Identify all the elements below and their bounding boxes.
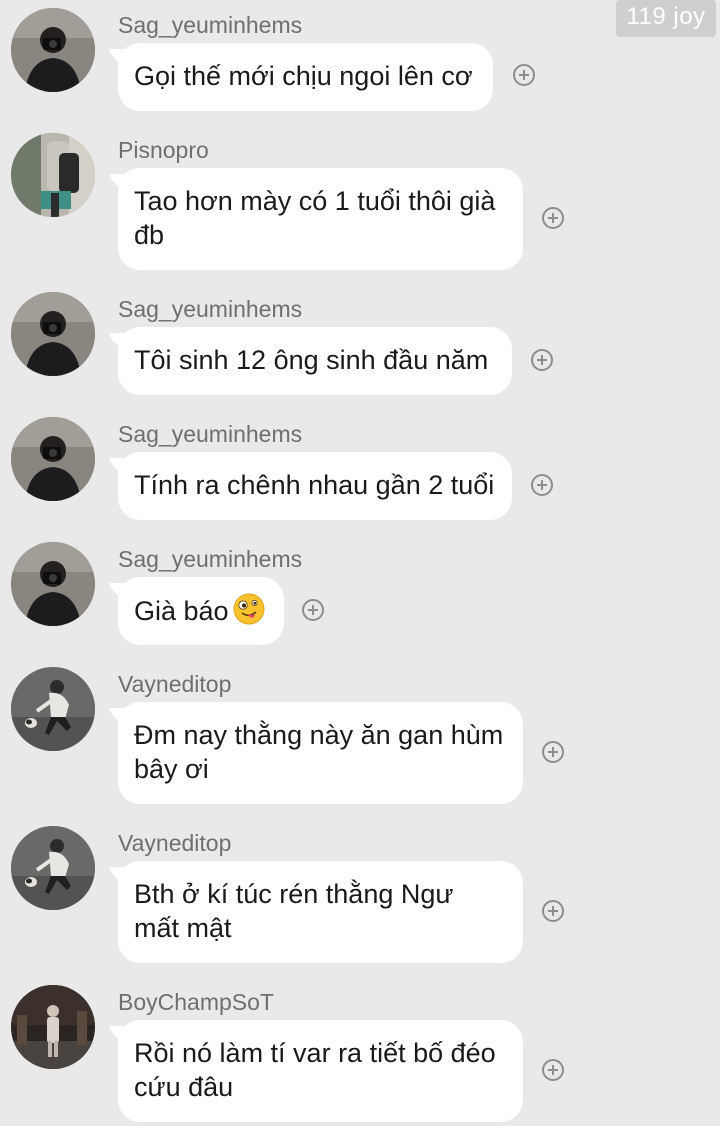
chat-message: Vayneditop Đm nay thằng này ăn gan hùm b… xyxy=(0,659,720,817)
add-reaction-icon[interactable] xyxy=(542,900,564,922)
add-reaction-icon[interactable] xyxy=(542,741,564,763)
avatar[interactable] xyxy=(11,542,95,626)
message-text-continued: cứu đâu xyxy=(134,1072,234,1102)
message-bubble[interactable]: Tôi sinh 12 ông sinh đầu năm xyxy=(118,327,512,395)
message-bubble[interactable]: Đm nay thằng này ăn gan hùm bây ơi xyxy=(118,702,523,804)
message-text: Tôi sinh 12 ông sinh đầu năm xyxy=(134,345,489,375)
sender-name: BoyChampSoT xyxy=(118,989,274,1015)
sender-name: Sag_yeuminhems xyxy=(118,421,303,447)
message-bubble[interactable]: Bth ở kí túc rén thằng Ngư mất mật xyxy=(118,861,523,963)
message-text: Già báo xyxy=(134,596,229,626)
message-text: Bth ở kí túc rén thằng Ngư xyxy=(134,879,454,909)
chat-message: Pisnopro Tao hơn mày có 1 tuổi thôi già … xyxy=(0,125,720,285)
sender-name: Vayneditop xyxy=(118,830,232,856)
add-reaction-icon[interactable] xyxy=(531,349,553,371)
message-text-continued: đb xyxy=(134,220,165,250)
avatar[interactable] xyxy=(11,133,95,217)
avatar[interactable] xyxy=(11,826,95,910)
sender-name: Sag_yeuminhems xyxy=(118,546,303,572)
avatar[interactable] xyxy=(11,985,95,1069)
message-bubble[interactable]: Rồi nó làm tí var ra tiết bố đéo cứu đâu xyxy=(118,1020,523,1122)
add-reaction-icon[interactable] xyxy=(542,1059,564,1081)
add-reaction-icon[interactable] xyxy=(513,64,535,86)
chat-message: Sag_yeuminhems Tính ra chênh nhau gần 2 … xyxy=(0,409,720,534)
message-text-continued: mất mật xyxy=(134,913,232,943)
chat-message: Vayneditop Bth ở kí túc rén thằng Ngư mấ… xyxy=(0,818,720,978)
add-reaction-icon[interactable] xyxy=(531,474,553,496)
message-text: Đm nay thằng này ăn gan hùm xyxy=(134,720,504,750)
message-bubble[interactable]: Già báo xyxy=(118,577,284,645)
message-text-continued: bây ơi xyxy=(134,754,209,784)
chat-message: BoyChampSoT Rồi nó làm tí var ra tiết bố… xyxy=(0,977,720,1126)
sender-name: Sag_yeuminhems xyxy=(118,296,303,322)
zany-face-icon xyxy=(233,593,265,625)
message-bubble[interactable]: Tao hơn mày có 1 tuổi thôi già đb xyxy=(118,168,523,270)
avatar[interactable] xyxy=(11,8,95,92)
chat-message: Sag_yeuminhems Tôi sinh 12 ông sinh đầu … xyxy=(0,284,720,409)
chat-message: Sag_yeuminhems Già báo xyxy=(0,534,720,659)
add-reaction-icon[interactable] xyxy=(542,207,564,229)
sender-name: Pisnopro xyxy=(118,137,209,163)
message-bubble[interactable]: Tính ra chênh nhau gần 2 tuổi xyxy=(118,452,512,520)
avatar[interactable] xyxy=(11,417,95,501)
sender-name: Sag_yeuminhems xyxy=(118,12,303,38)
add-reaction-icon[interactable] xyxy=(302,599,324,621)
message-text-row: Già báo xyxy=(134,593,268,628)
chat-message: Sag_yeuminhems Gọi thế mới chịu ngoi lên… xyxy=(0,0,720,118)
avatar[interactable] xyxy=(11,667,95,751)
message-text: Tính ra chênh nhau gần 2 tuổi xyxy=(134,470,495,500)
avatar[interactable] xyxy=(11,292,95,376)
message-text: Tao hơn mày có 1 tuổi thôi già xyxy=(134,186,496,216)
sender-name: Vayneditop xyxy=(118,671,232,697)
message-bubble[interactable]: Gọi thế mới chịu ngoi lên cơ xyxy=(118,43,493,111)
message-text: Rồi nó làm tí var ra tiết bố đéo xyxy=(134,1038,496,1068)
message-text: Gọi thế mới chịu ngoi lên cơ xyxy=(134,61,473,91)
